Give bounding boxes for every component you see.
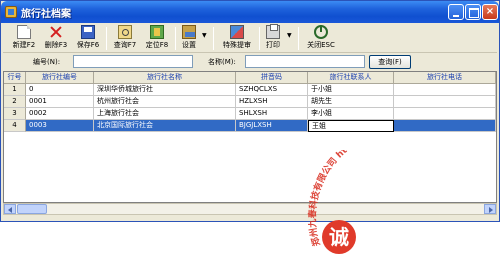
locate-label: 定位F8 [145,41,169,49]
new-button[interactable]: 新建F2 [9,25,39,52]
minimize-button[interactable] [448,4,464,20]
query-label: 查询F7 [113,41,137,49]
contact-cell[interactable]: 于小姐 [308,84,394,96]
contact-cell-editor[interactable]: 王姐 [308,120,394,132]
toolbar-separator [259,27,260,50]
code-input[interactable] [73,55,193,68]
row-number: 2 [4,96,26,108]
agency-name-cell[interactable]: 北京国际旅行社会 [94,120,236,132]
settings-button[interactable]: 设置 [179,25,199,52]
row-number: 3 [4,108,26,120]
column-header[interactable]: 旅行社名称 [94,72,236,84]
query-tool-button[interactable]: 查询F7 [110,25,140,52]
table-row[interactable]: 2 0001 杭州旅行社会 HZLXSH 胡先生 [4,96,496,108]
locate-button[interactable]: 定位F8 [142,25,172,52]
row-number: 4 [4,120,26,132]
agency-name-cell[interactable]: 深圳华侨城旅行社 [94,84,236,96]
search-row: 编号(N): 名称(M): 查询(F) [3,54,497,70]
special-review-icon [230,25,244,39]
delete-icon [49,25,63,39]
table-row[interactable]: 1 0 深圳华侨城旅行社 SZHQCLXS 于小姐 [4,84,496,96]
new-label: 新建F2 [12,41,36,49]
close-button[interactable]: 关闭ESC [303,25,339,52]
watermark-seal: 诚 [322,220,356,254]
close-label: 关闭ESC [307,41,335,49]
agency-code-cell[interactable]: 0002 [26,108,94,120]
power-icon [314,25,328,39]
pinyin-cell[interactable]: BJGJLXSH [236,120,308,132]
agency-name-cell[interactable]: 上海旅行社会 [94,108,236,120]
phone-cell[interactable] [394,120,496,132]
settings-dropdown-arrow[interactable]: ▼ [202,32,207,39]
phone-cell[interactable] [394,108,496,120]
column-header[interactable]: 旅行社编号 [26,72,94,84]
phone-cell[interactable] [394,96,496,108]
close-window-button[interactable]: × [482,4,498,20]
code-field-label: 编号(N): [33,58,61,66]
contact-cell[interactable]: 胡先生 [308,96,394,108]
toolbar-separator [175,27,176,50]
column-header[interactable]: 旅行社联系人 [308,72,394,84]
print-dropdown-arrow[interactable]: ▼ [287,32,292,39]
name-field-label: 名称(M): [208,58,236,66]
new-document-icon [17,25,31,39]
query-button[interactable]: 查询(F) [369,55,411,69]
table-row[interactable]: 3 0002 上海旅行社会 SHLXSH 李小姐 [4,108,496,120]
agency-code-cell[interactable]: 0001 [26,96,94,108]
agency-code-cell[interactable]: 0 [26,84,94,96]
column-header[interactable]: 行号 [4,72,26,84]
watermark-arc-text: 郑州九春科技有限公司 http://www.9mka.com [306,150,445,248]
printer-icon [266,24,280,39]
delete-button[interactable]: 删除F3 [41,25,71,52]
maximize-button[interactable] [465,4,481,20]
title-bar[interactable]: 旅行社档案 × [1,1,499,23]
row-number: 1 [4,84,26,96]
agency-code-cell[interactable]: 0003 [26,120,94,132]
agency-name-cell[interactable]: 杭州旅行社会 [94,96,236,108]
locate-icon [150,25,164,39]
name-input[interactable] [245,55,365,68]
print-label: 打印 [266,41,280,49]
contact-cell[interactable]: 李小姐 [308,108,394,120]
pinyin-cell[interactable]: HZLXSH [236,96,308,108]
settings-label: 设置 [182,41,196,49]
toolbar: 新建F2 删除F3 保存F6 查询F7 定位F8 设置 ▼ 特殊提审 打印 ▼ … [3,24,497,53]
app-icon [5,6,17,18]
toolbar-separator [298,27,299,50]
column-header[interactable]: 拼音码 [236,72,308,84]
toolbar-separator [106,27,107,50]
save-icon [81,25,95,39]
pinyin-cell[interactable]: SZHQCLXS [236,84,308,96]
query-icon [118,25,132,39]
scroll-left-arrow-icon[interactable] [4,204,16,214]
special-review-label: 特殊提审 [223,41,251,49]
toolbar-separator [213,27,214,50]
save-button[interactable]: 保存F6 [73,25,103,52]
scrollbar-thumb[interactable] [17,204,47,214]
print-button[interactable]: 打印 [263,24,283,52]
table-header: 行号 旅行社编号 旅行社名称 拼音码 旅行社联系人 旅行社电话 [4,72,496,84]
window-title: 旅行社档案 [21,9,71,20]
settings-icon [182,25,196,39]
table-row-selected[interactable]: 4 0003 北京国际旅行社会 BJGJLXSH 王姐 [4,120,496,132]
special-review-button[interactable]: 特殊提审 [217,25,257,52]
column-header[interactable]: 旅行社电话 [394,72,496,84]
phone-cell[interactable] [394,84,496,96]
pinyin-cell[interactable]: SHLXSH [236,108,308,120]
save-label: 保存F6 [76,41,100,49]
delete-label: 删除F3 [44,41,68,49]
